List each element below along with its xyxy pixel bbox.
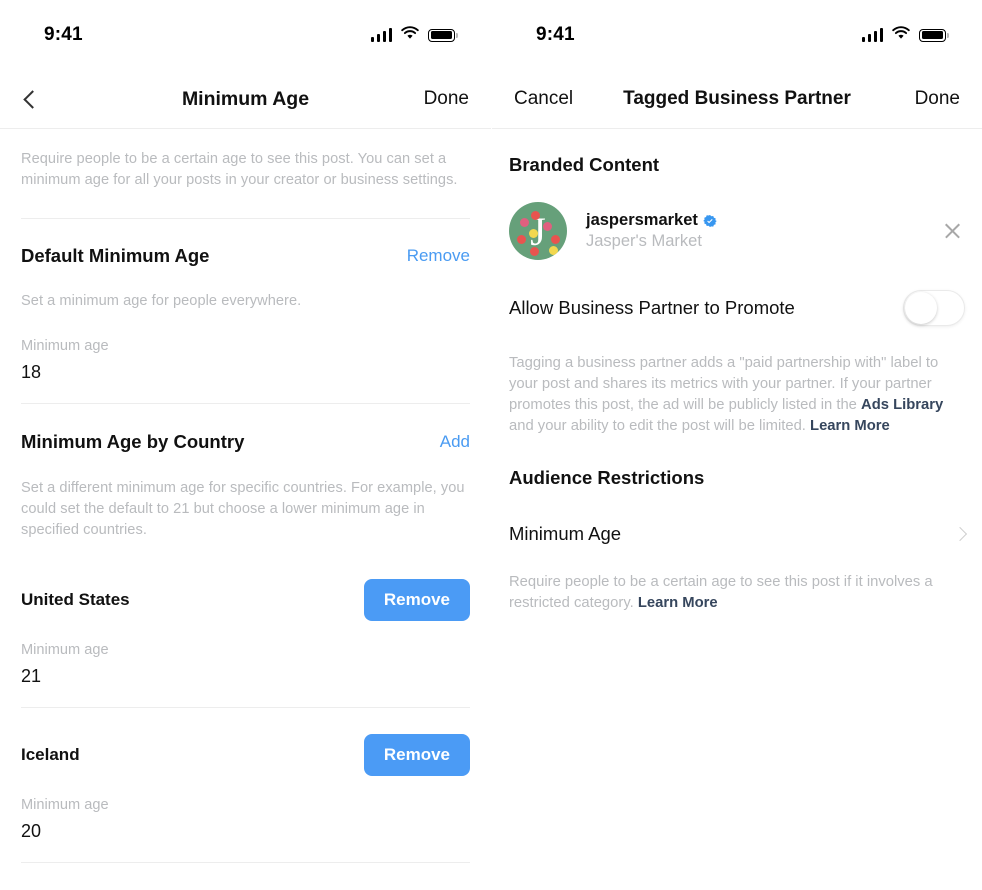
- country-row-iceland: Iceland Remove: [21, 734, 470, 776]
- minimum-age-screen: 9:41 Minimum Age Done Require people to …: [0, 0, 491, 890]
- ads-library-link[interactable]: Ads Library: [861, 397, 943, 413]
- default-age-field-label: Minimum age: [21, 338, 109, 354]
- country-age-value[interactable]: 21: [21, 666, 470, 687]
- status-icons: [370, 25, 458, 45]
- default-minimum-age-title: Default Minimum Age: [21, 245, 210, 266]
- country-age-value[interactable]: 20: [21, 821, 470, 842]
- status-time: 9:41: [536, 24, 575, 45]
- partner-username: jaspersmarket: [586, 211, 698, 229]
- default-remove-link[interactable]: Remove: [407, 246, 470, 266]
- verified-badge-icon: [703, 214, 717, 227]
- status-bar-left: 9:41: [0, 0, 491, 70]
- country-name: United States: [21, 590, 130, 609]
- done-button[interactable]: Done: [424, 88, 469, 110]
- allow-promote-row: Allow Business Partner to Promote: [509, 290, 965, 326]
- minimum-age-by-country-header: Minimum Age by Country Add: [21, 431, 470, 453]
- wifi-icon: [892, 25, 910, 45]
- status-icons: [861, 25, 949, 45]
- minimum-age-by-country-title: Minimum Age by Country: [21, 431, 245, 452]
- nav-bar-right: Cancel Tagged Business Partner Done: [492, 70, 982, 128]
- country-row-united-states: United States Remove: [21, 579, 470, 621]
- branded-content-disclaimer: Tagging a business partner adds a "paid …: [509, 353, 965, 437]
- country-name: Iceland: [21, 745, 80, 764]
- chevron-right-icon: [952, 526, 968, 542]
- default-minimum-age-description: Set a minimum age for people everywhere.: [21, 293, 302, 309]
- learn-more-link[interactable]: Learn More: [638, 595, 718, 611]
- audience-restrictions-title: Audience Restrictions: [509, 467, 705, 488]
- toggle-knob: [905, 292, 937, 324]
- allow-promote-label: Allow Business Partner to Promote: [509, 297, 795, 318]
- add-country-link[interactable]: Add: [440, 432, 470, 452]
- disclaimer-text-2: and your ability to edit the post will b…: [509, 418, 811, 434]
- cancel-button[interactable]: Cancel: [514, 88, 573, 110]
- default-age-field-value[interactable]: 18: [21, 362, 470, 383]
- country-age-label: Minimum age: [21, 642, 109, 658]
- dual-screen-container: 9:41 Minimum Age Done Require people to …: [0, 0, 982, 890]
- battery-full-icon: [428, 28, 458, 42]
- battery-full-icon: [919, 28, 949, 42]
- partner-row[interactable]: J jaspersmarket Jasper's Market: [509, 202, 965, 260]
- country-divider-2: [21, 862, 470, 863]
- remove-country-button[interactable]: Remove: [363, 734, 470, 776]
- learn-more-link[interactable]: Learn More: [810, 418, 890, 434]
- status-bar-right: 9:41: [492, 0, 982, 70]
- tagged-partner-content: Branded Content J jaspersmarket Jasper's…: [492, 129, 982, 614]
- remove-country-button[interactable]: Remove: [363, 579, 470, 621]
- cellular-signal-icon: [370, 28, 392, 42]
- country-age-label: Minimum age: [21, 797, 109, 813]
- done-button[interactable]: Done: [915, 88, 960, 110]
- audience-description-text: Require people to be a certain age to se…: [509, 574, 933, 611]
- tagged-business-partner-screen: 9:41 Cancel Tagged Business Partner Done…: [491, 0, 982, 890]
- partner-display-name: Jasper's Market: [586, 232, 702, 250]
- intro-description: Require people to be a certain age to se…: [21, 151, 458, 188]
- country-section-description: Set a different minimum age for specific…: [21, 480, 465, 538]
- partner-username-row: jaspersmarket: [586, 211, 717, 230]
- nav-bar-left: Minimum Age Done: [0, 70, 491, 128]
- close-icon[interactable]: [941, 219, 965, 243]
- branded-content-title: Branded Content: [509, 154, 660, 175]
- cellular-signal-icon: [861, 28, 883, 42]
- back-button[interactable]: [22, 89, 92, 109]
- minimum-age-content: Require people to be a certain age to se…: [0, 129, 491, 863]
- status-time: 9:41: [44, 24, 83, 45]
- allow-promote-toggle[interactable]: [903, 290, 965, 326]
- profile-avatar: J: [509, 202, 567, 260]
- default-minimum-age-header: Default Minimum Age Remove: [21, 245, 470, 267]
- chevron-left-icon: [23, 89, 42, 109]
- minimum-age-row-label: Minimum Age: [509, 523, 622, 544]
- audience-restrictions-description: Require people to be a certain age to se…: [509, 572, 965, 614]
- minimum-age-nav-row[interactable]: Minimum Age: [509, 523, 968, 545]
- partner-meta: jaspersmarket Jasper's Market: [586, 211, 717, 251]
- wifi-icon: [401, 25, 419, 45]
